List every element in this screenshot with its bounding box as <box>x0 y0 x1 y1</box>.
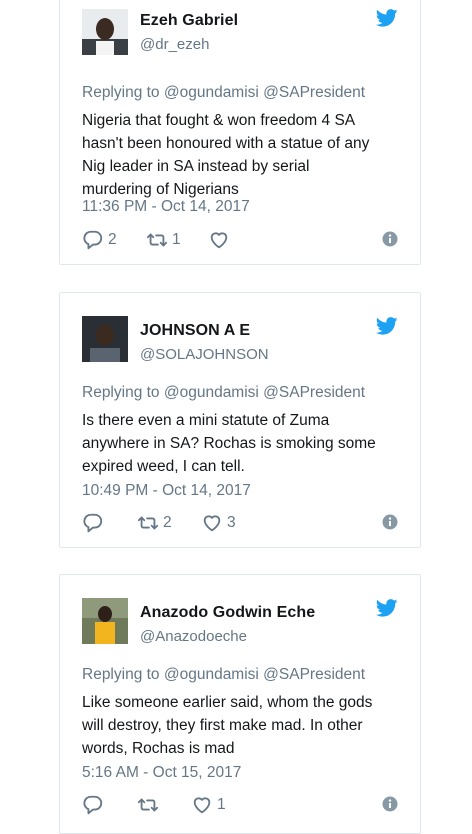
tweet-line: Is there even a mini statute of Zuma <box>82 412 330 429</box>
heart-icon <box>210 232 228 249</box>
like-button[interactable]: 3 <box>201 511 236 535</box>
reply-icon <box>83 795 103 815</box>
tweet-text: Nigeria that fought & won freedom 4 SA h… <box>82 109 398 201</box>
tweet-text: Is there even a mini statute of Zuma any… <box>82 409 398 478</box>
reply-count: 2 <box>108 231 117 248</box>
retweet-button[interactable] <box>137 793 163 817</box>
tweet-card[interactable]: Anazodo Godwin Eche @Anazodoeche Replyin… <box>59 574 421 834</box>
user-name[interactable]: Ezeh Gabriel <box>140 12 238 30</box>
tweet-line: Nigeria that fought & won freedom 4 SA <box>82 112 356 129</box>
retweet-icon <box>146 233 168 247</box>
like-count: 3 <box>227 514 236 531</box>
heart-icon <box>193 797 211 814</box>
user-handle[interactable]: @dr_ezeh <box>140 36 209 53</box>
reply-icon <box>83 513 103 533</box>
timestamp[interactable]: 10:49 PM - Oct 14, 2017 <box>82 482 251 500</box>
heart-icon <box>203 515 221 532</box>
like-button[interactable]: 1 <box>191 793 226 817</box>
tweet-card[interactable]: Ezeh Gabriel @dr_ezeh Replying to @ogund… <box>59 0 421 265</box>
tweet-actions: 2 3 <box>82 511 398 535</box>
like-button[interactable] <box>208 228 234 252</box>
tweet-line: Like someone earlier said, whom the gods <box>82 694 373 711</box>
like-count: 1 <box>217 796 226 813</box>
twitter-bird-icon[interactable] <box>376 599 398 617</box>
user-handle[interactable]: @SOLAJOHNSON <box>140 346 269 363</box>
retweet-button[interactable]: 1 <box>146 228 181 252</box>
tweet-line: Nig leader in SA instead by serial <box>82 158 310 175</box>
reply-button[interactable]: 2 <box>82 228 117 252</box>
replying-to[interactable]: Replying to @ogundamisi @SAPresident <box>82 84 365 102</box>
replying-to[interactable]: Replying to @ogundamisi @SAPresident <box>82 384 365 402</box>
replying-to[interactable]: Replying to @ogundamisi @SAPresident <box>82 666 365 684</box>
tweet-text: Like someone earlier said, whom the gods… <box>82 691 398 760</box>
tweet-actions: 1 <box>82 793 398 817</box>
info-icon[interactable] <box>382 796 398 812</box>
user-handle[interactable]: @Anazodoeche <box>140 628 247 645</box>
info-icon[interactable] <box>382 231 398 247</box>
avatar[interactable] <box>82 316 128 362</box>
timestamp[interactable]: 5:16 AM - Oct 15, 2017 <box>82 764 241 782</box>
retweet-count: 1 <box>172 231 181 248</box>
tweet-line: anywhere in SA? Rochas is smoking some <box>82 435 376 452</box>
retweet-icon <box>137 516 159 530</box>
avatar[interactable] <box>82 9 128 55</box>
timestamp[interactable]: 11:36 PM - Oct 14, 2017 <box>82 198 250 216</box>
twitter-bird-icon[interactable] <box>376 317 398 335</box>
retweet-icon <box>137 798 159 812</box>
user-name[interactable]: Anazodo Godwin Eche <box>140 604 315 622</box>
user-name[interactable]: JOHNSON A E <box>140 322 250 340</box>
tweet-line: hasn't been honoured with a statue of an… <box>82 135 370 152</box>
tweet-card[interactable]: JOHNSON A E @SOLAJOHNSON Replying to @og… <box>59 292 421 548</box>
reply-button[interactable] <box>82 511 108 535</box>
retweet-button[interactable]: 2 <box>137 511 172 535</box>
info-icon[interactable] <box>382 514 398 530</box>
reply-button[interactable] <box>82 793 108 817</box>
twitter-bird-icon[interactable] <box>376 9 398 27</box>
tweet-actions: 2 1 <box>82 228 398 252</box>
tweet-line: expired weed, I can tell. <box>82 458 245 475</box>
tweet-line: will destroy, they first make mad. In ot… <box>82 717 363 734</box>
avatar[interactable] <box>82 598 128 644</box>
tweet-line: words, Rochas is mad <box>82 740 235 757</box>
retweet-count: 2 <box>163 514 172 531</box>
reply-icon <box>83 230 103 250</box>
